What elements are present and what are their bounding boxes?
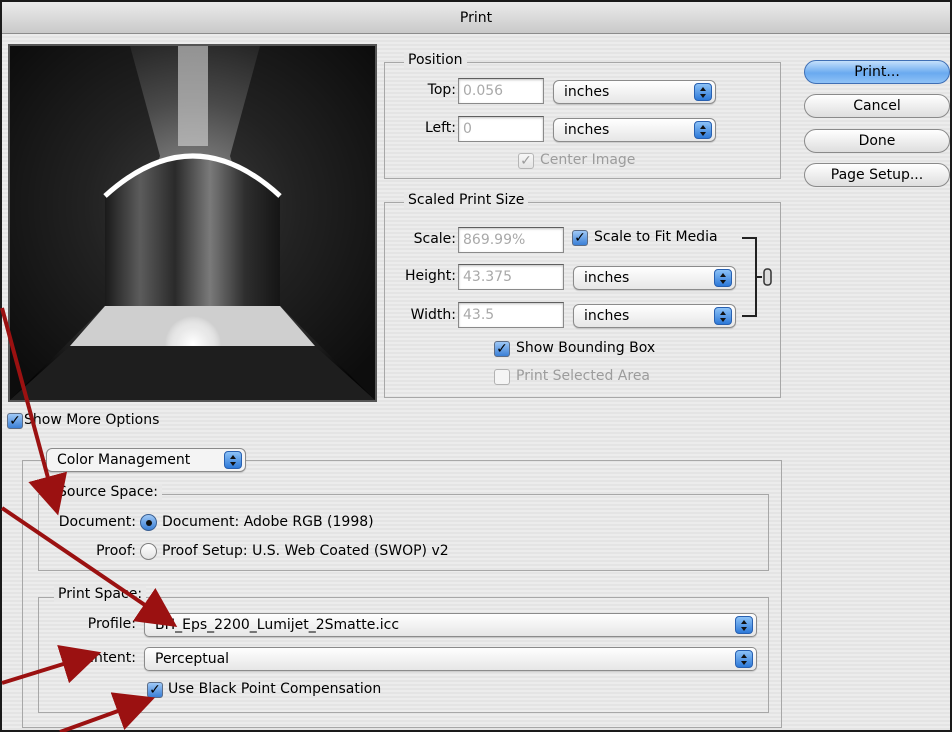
options-section-chevron-icon: [224, 451, 242, 469]
document-label: Document:: [58, 514, 136, 530]
show-bounding-box-label: Show Bounding Box: [516, 340, 656, 356]
show-more-options-checkbox[interactable]: ✓: [7, 413, 23, 429]
options-section-value: Color Management: [57, 452, 191, 468]
print-selected-area-checkbox[interactable]: [494, 369, 510, 385]
width-label: Width:: [410, 307, 456, 323]
height-label: Height:: [405, 268, 456, 284]
options-section-select[interactable]: Color Management: [46, 448, 246, 472]
print-selected-area-label: Print Selected Area: [516, 368, 651, 384]
top-input[interactable]: 0.056: [458, 78, 544, 104]
left-input[interactable]: 0: [458, 116, 544, 142]
page-setup-button[interactable]: Page Setup...: [804, 163, 950, 187]
print-button[interactable]: Print...: [804, 60, 950, 84]
cancel-button[interactable]: Cancel: [804, 94, 950, 118]
black-point-compensation-checkbox[interactable]: ✓: [147, 682, 163, 698]
width-unit-value: inches: [584, 308, 630, 324]
left-unit-value: inches: [564, 122, 610, 138]
profile-label: Profile:: [87, 616, 136, 632]
scaled-print-size-legend: Scaled Print Size: [404, 192, 529, 208]
left-label: Left:: [424, 120, 456, 136]
show-more-options-label: Show More Options: [24, 412, 160, 428]
proof-option-label: Proof Setup: U.S. Web Coated (SWOP) v2: [162, 543, 449, 559]
proof-radio[interactable]: [140, 543, 157, 560]
source-space-legend: Source Space:: [54, 484, 162, 500]
top-label: Top:: [427, 82, 456, 98]
left-unit-chevron-icon: [694, 121, 712, 139]
left-unit-select[interactable]: inches: [553, 118, 716, 142]
height-unit-chevron-icon: [714, 269, 732, 287]
height-unit-select[interactable]: inches: [573, 266, 736, 290]
document-radio[interactable]: [140, 514, 157, 531]
scale-input[interactable]: 869.99%: [458, 227, 564, 253]
window-title: Print: [459, 10, 493, 26]
width-unit-select[interactable]: inches: [573, 304, 736, 328]
constrain-link-icon[interactable]: [740, 236, 776, 318]
print-preview-image: [8, 44, 377, 402]
black-point-compensation-label: Use Black Point Compensation: [168, 681, 382, 697]
center-image-checkbox[interactable]: ✓: [518, 153, 534, 169]
proof-label: Proof:: [96, 543, 136, 559]
done-button[interactable]: Done: [804, 129, 950, 153]
intent-select[interactable]: Perceptual: [144, 647, 757, 671]
position-legend: Position: [404, 52, 467, 68]
top-unit-select[interactable]: inches: [553, 80, 716, 104]
print-dialog: Print Position Top: 0.056 inches Left: 0…: [0, 0, 952, 732]
title-bar: Print: [2, 2, 950, 34]
document-option-label: Document: Adobe RGB (1998): [162, 514, 374, 530]
height-input[interactable]: 43.375: [458, 264, 564, 290]
width-unit-chevron-icon: [714, 307, 732, 325]
profile-select[interactable]: BH_Eps_2200_Lumijet_2Smatte.icc: [144, 613, 757, 637]
intent-chevron-icon: [735, 650, 753, 668]
intent-label: Intent:: [89, 650, 136, 666]
profile-chevron-icon: [735, 616, 753, 634]
intent-value: Perceptual: [155, 651, 230, 667]
show-bounding-box-checkbox[interactable]: ✓: [494, 341, 510, 357]
width-input[interactable]: 43.5: [458, 302, 564, 328]
profile-value: BH_Eps_2200_Lumijet_2Smatte.icc: [155, 617, 400, 633]
height-unit-value: inches: [584, 270, 630, 286]
center-image-label: Center Image: [540, 152, 636, 168]
print-space-legend: Print Space:: [54, 586, 147, 602]
scale-label: Scale:: [413, 231, 456, 247]
top-unit-chevron-icon: [694, 83, 712, 101]
top-unit-value: inches: [564, 84, 610, 100]
scale-to-fit-label: Scale to Fit Media: [594, 229, 718, 245]
scale-to-fit-checkbox[interactable]: ✓: [572, 230, 588, 246]
